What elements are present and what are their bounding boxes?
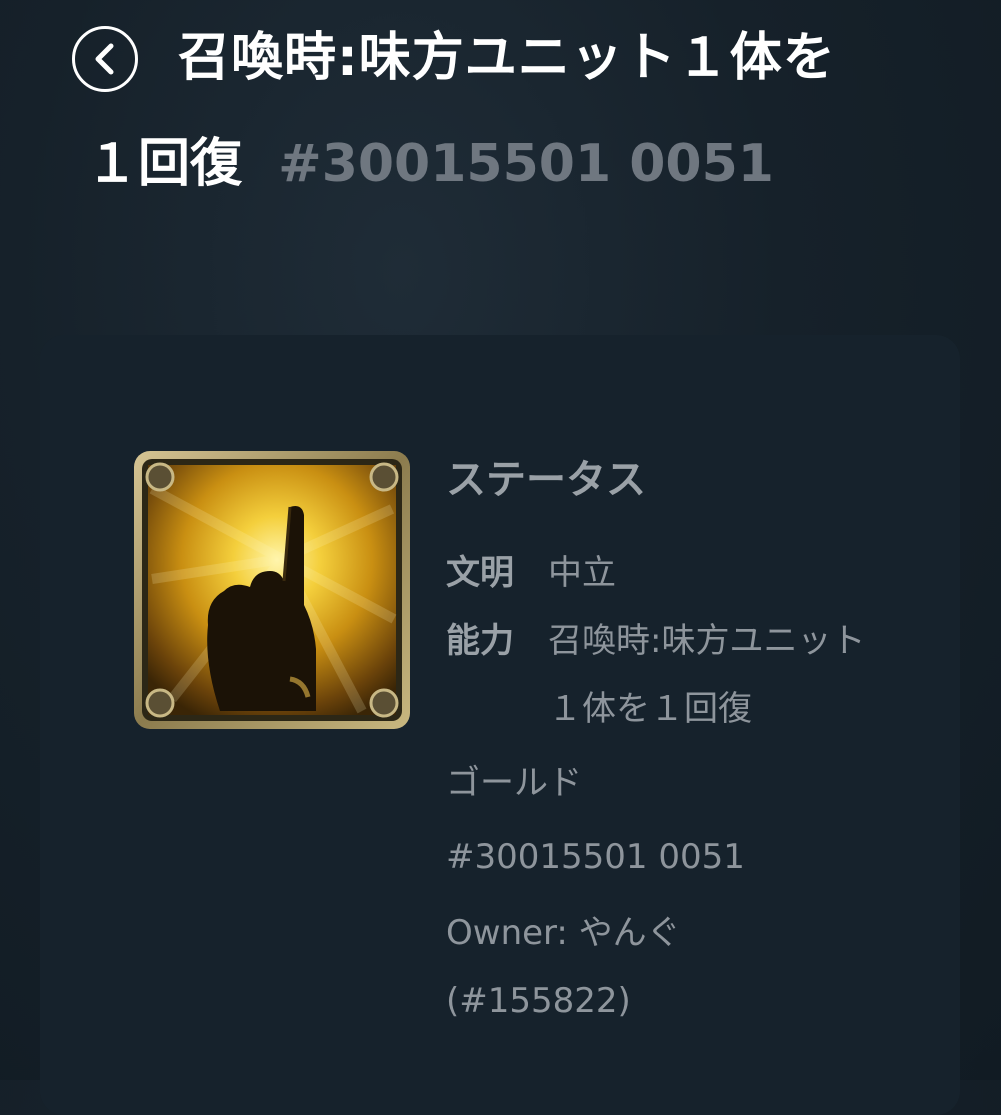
pointing-hand-icon: [134, 451, 410, 729]
rarity-text: ゴールド: [446, 763, 582, 803]
page-title: 召喚時:味方ユニット１体を: [178, 28, 836, 88]
page-title-line2: １回復: [86, 134, 243, 194]
owner-text: Owner: やんぐ (#155822): [446, 913, 681, 1021]
back-button[interactable]: [72, 26, 138, 92]
civilization-value: 中立: [548, 553, 616, 593]
status-panel: ステータス 文明 中立 能力 召喚時:味方ユニット１体を１回復 ゴールド #30…: [446, 445, 926, 1035]
ability-row: 能力 召喚時:味方ユニット１体を１回復: [446, 607, 926, 743]
page-title-continued: １回復 #30015501 0051: [86, 124, 774, 204]
status-title: ステータス: [446, 457, 646, 503]
ability-label: 能力: [446, 621, 514, 661]
ability-value: 召喚時:味方ユニット１体を１回復: [548, 621, 866, 729]
title-id: #30015501 0051: [278, 134, 774, 194]
civilization-row: 文明 中立: [446, 539, 926, 607]
item-id: #30015501 0051: [446, 837, 745, 877]
civilization-label: 文明: [446, 553, 514, 593]
chevron-left-icon: [95, 43, 114, 75]
detail-card: ステータス 文明 中立 能力 召喚時:味方ユニット１体を１回復 ゴールド #30…: [40, 335, 960, 1115]
